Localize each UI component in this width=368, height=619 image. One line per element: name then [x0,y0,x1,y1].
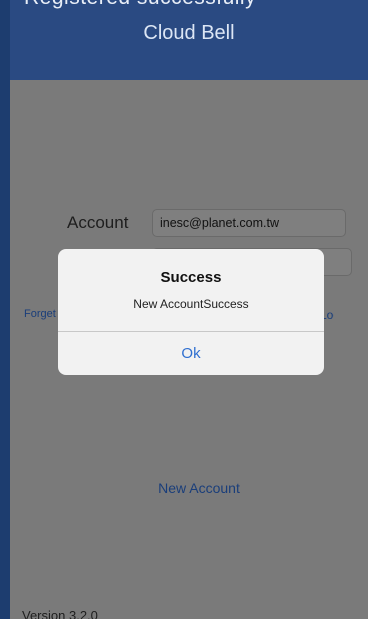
status-caption: Registered successfully [24,0,256,10]
app-screen: Registered successfully Cloud Bell Accou… [0,0,368,619]
account-label: Account [67,213,129,232]
new-account-link[interactable]: New Account [20,480,368,496]
account-input[interactable] [152,209,346,237]
success-alert-dialog: Success New AccountSuccess Ok [58,249,324,375]
version-label: Version 3.2.0 [22,608,98,619]
alert-title: Success [160,269,222,286]
page-title: Cloud Bell [143,22,235,44]
left-edge-strip [0,0,10,619]
alert-message: New AccountSuccess [133,297,249,311]
alert-ok-button[interactable]: Ok [58,332,324,375]
